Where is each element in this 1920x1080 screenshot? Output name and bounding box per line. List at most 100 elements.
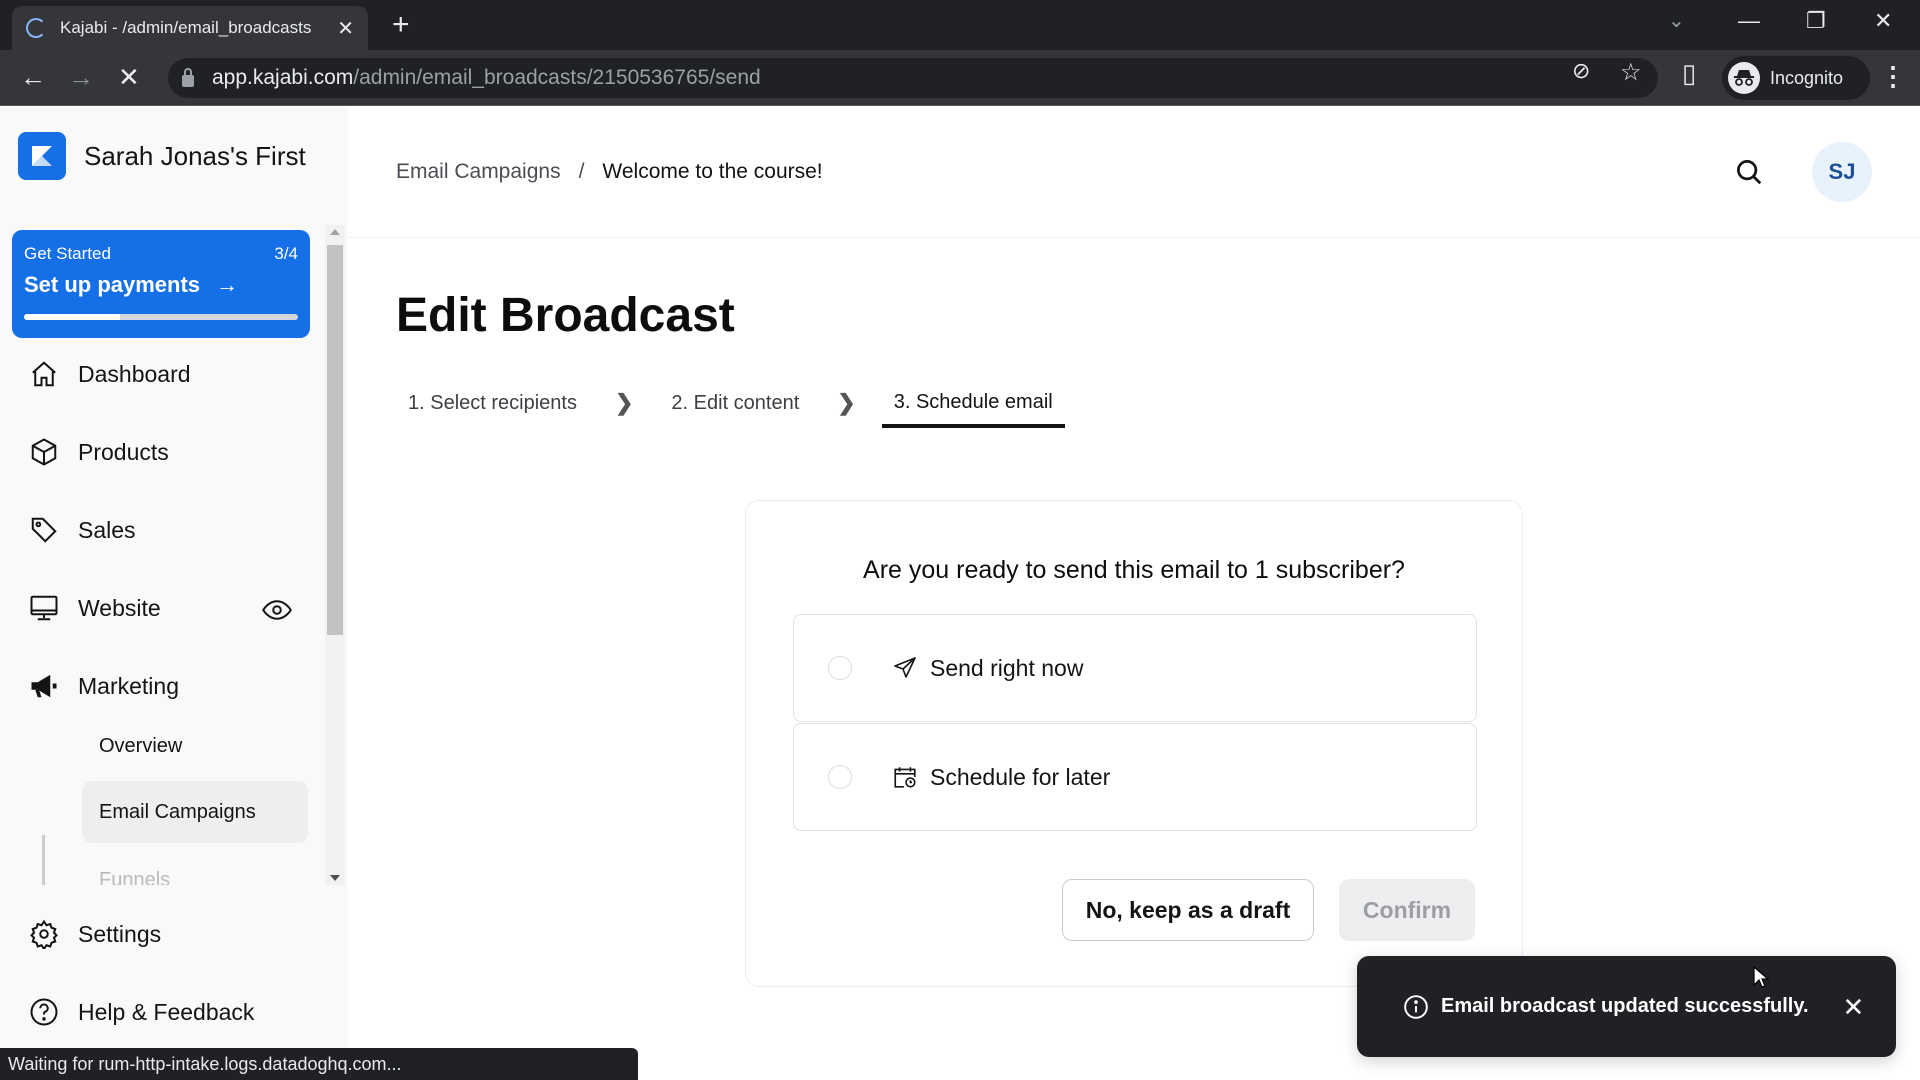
window-close-button[interactable]: ✕ — [1874, 8, 1892, 34]
breadcrumb-email-campaigns-link[interactable]: Email Campaigns — [396, 160, 561, 184]
sidebar: Sarah Jonas's First Get Started 3/4 Set … — [0, 107, 348, 1080]
breadcrumb: Email Campaigns / Welcome to the course! — [396, 160, 823, 184]
avatar[interactable]: SJ — [1812, 142, 1872, 202]
top-bar: Email Campaigns / Welcome to the course!… — [348, 107, 1920, 238]
get-started-progress-bar — [24, 314, 298, 320]
tab-title: Kajabi - /admin/email_broadcasts — [60, 18, 312, 37]
new-tab-button[interactable]: + — [392, 8, 410, 42]
sidebar-scroll-area: Get Started 3/4 Set up payments → Dashbo… — [0, 225, 348, 885]
sidebar-item-help[interactable]: Help & Feedback — [28, 996, 254, 1028]
send-question: Are you ready to send this email to 1 su… — [863, 556, 1405, 584]
chevron-right-icon: ❯ — [614, 390, 634, 415]
lock-icon — [182, 68, 194, 87]
site-name: Sarah Jonas's First — [84, 140, 306, 171]
megaphone-icon — [28, 670, 60, 702]
sidebar-item-dashboard[interactable]: Dashboard — [28, 358, 191, 390]
send-now-radio[interactable] — [828, 656, 852, 680]
sidebar-item-label: Help & Feedback — [78, 998, 255, 1025]
home-icon — [28, 358, 60, 390]
browser-toolbar: ← → ✕ app.kajabi.com /admin/email_broadc… — [0, 50, 1920, 106]
option-send-now[interactable]: Send right now — [793, 614, 1477, 722]
eye-icon[interactable] — [262, 595, 292, 630]
sidebar-item-products[interactable]: Products — [28, 436, 169, 468]
schedule-later-label: Schedule for later — [930, 763, 1111, 790]
paper-plane-icon — [892, 655, 918, 681]
eye-off-icon[interactable]: ⊘ — [1572, 58, 1590, 84]
sidebar-subitem-overview[interactable]: Overview — [82, 715, 308, 777]
incognito-label: Incognito — [1770, 67, 1844, 88]
confirm-button[interactable]: Confirm — [1339, 879, 1475, 941]
scroll-up-arrow-icon[interactable] — [330, 229, 340, 235]
sidebar-item-settings[interactable]: Settings — [28, 918, 161, 950]
address-bar[interactable]: app.kajabi.com /admin/email_broadcasts/2… — [168, 58, 1658, 98]
step-edit-content[interactable]: 2. Edit content — [671, 392, 799, 427]
incognito-badge[interactable]: Incognito — [1722, 56, 1870, 100]
sidebar-item-label: Sales — [78, 516, 136, 543]
arrow-right-icon: → — [216, 272, 239, 297]
get-started-title: Set up payments → — [24, 272, 298, 298]
sidebar-item-label: Marketing — [78, 672, 179, 699]
send-options-card: Are you ready to send this email to 1 su… — [745, 500, 1523, 987]
minimize-button[interactable]: — — [1738, 8, 1760, 34]
step-schedule-email[interactable]: 3. Schedule email — [881, 391, 1065, 428]
tab-search-icon[interactable]: ⌄ — [1668, 8, 1685, 33]
breadcrumb-current: Welcome to the course! — [602, 160, 823, 183]
mouse-cursor-icon — [1753, 965, 1770, 995]
get-started-progress-fill — [24, 314, 120, 320]
sidebar-item-label: Settings — [78, 920, 162, 947]
scrollbar-thumb[interactable] — [327, 245, 343, 635]
sidebar-subitem-label: Funnels — [99, 868, 171, 886]
stepper: 1. Select recipients ❯ 2. Edit content ❯… — [408, 390, 1065, 428]
loading-spinner-icon — [26, 18, 46, 38]
scroll-down-arrow-icon[interactable] — [330, 875, 340, 881]
breadcrumb-separator: / — [578, 160, 585, 183]
side-panel-icon[interactable]: ▯ — [1682, 58, 1696, 89]
sidebar-item-label: Dashboard — [78, 360, 191, 387]
option-schedule-later[interactable]: Schedule for later — [793, 723, 1477, 831]
toast-notification: Email broadcast updated successfully. ✕ — [1357, 956, 1896, 1057]
browser-tab-bar: Kajabi - /admin/email_broadcasts ✕ + ⌄ —… — [0, 0, 1920, 50]
sidebar-item-label: Website — [78, 594, 161, 621]
tag-icon — [28, 514, 60, 546]
browser-tab[interactable]: Kajabi - /admin/email_broadcasts ✕ — [12, 6, 368, 50]
url-host: app.kajabi.com — [212, 66, 354, 89]
bookmark-star-icon[interactable]: ☆ — [1620, 58, 1642, 87]
schedule-later-radio[interactable] — [828, 765, 852, 789]
step-select-recipients[interactable]: 1. Select recipients — [408, 392, 577, 427]
keep-draft-button[interactable]: No, keep as a draft — [1062, 879, 1314, 941]
browser-menu-icon[interactable]: ⋮ — [1880, 58, 1906, 94]
restore-button[interactable]: ❐ — [1806, 8, 1826, 34]
page-title: Edit Broadcast — [396, 289, 735, 342]
sidebar-item-label: Products — [78, 438, 169, 465]
info-icon — [1403, 994, 1429, 1020]
get-started-title-text: Set up payments — [24, 272, 201, 297]
gear-icon — [28, 918, 60, 950]
brand[interactable]: Sarah Jonas's First — [18, 132, 306, 180]
sidebar-scrollbar[interactable] — [325, 225, 345, 885]
help-icon — [28, 996, 60, 1028]
sidebar-subitem-label: Overview — [99, 734, 183, 757]
stop-loading-button[interactable]: ✕ — [118, 62, 140, 92]
get-started-label: Get Started — [24, 244, 111, 263]
browser-status-bar: Waiting for rum-http-intake.logs.datadog… — [0, 1048, 638, 1080]
toast-close-button[interactable]: ✕ — [1843, 994, 1865, 1020]
submenu-guide-line — [42, 835, 45, 885]
tab-close-button[interactable]: ✕ — [337, 16, 354, 41]
sidebar-subitem-funnels[interactable]: Funnels — [82, 849, 308, 886]
send-now-label: Send right now — [930, 654, 1084, 681]
back-button[interactable]: ← — [20, 62, 46, 92]
get-started-card[interactable]: Get Started 3/4 Set up payments → — [12, 230, 310, 338]
incognito-icon — [1728, 62, 1760, 94]
sidebar-item-marketing[interactable]: Marketing — [28, 670, 179, 702]
chevron-right-icon: ❯ — [837, 390, 856, 415]
search-icon[interactable] — [1734, 157, 1764, 192]
monitor-icon — [28, 592, 60, 624]
calendar-clock-icon — [892, 764, 918, 790]
box-icon — [28, 436, 60, 468]
sidebar-subitem-email-campaigns[interactable]: Email Campaigns — [82, 781, 308, 843]
kajabi-logo-icon — [18, 132, 66, 180]
sidebar-item-sales[interactable]: Sales — [28, 514, 136, 546]
url-path: /admin/email_broadcasts/2150536765/send — [353, 66, 761, 89]
forward-button[interactable]: → — [68, 62, 94, 92]
get-started-count: 3/4 — [274, 244, 298, 263]
